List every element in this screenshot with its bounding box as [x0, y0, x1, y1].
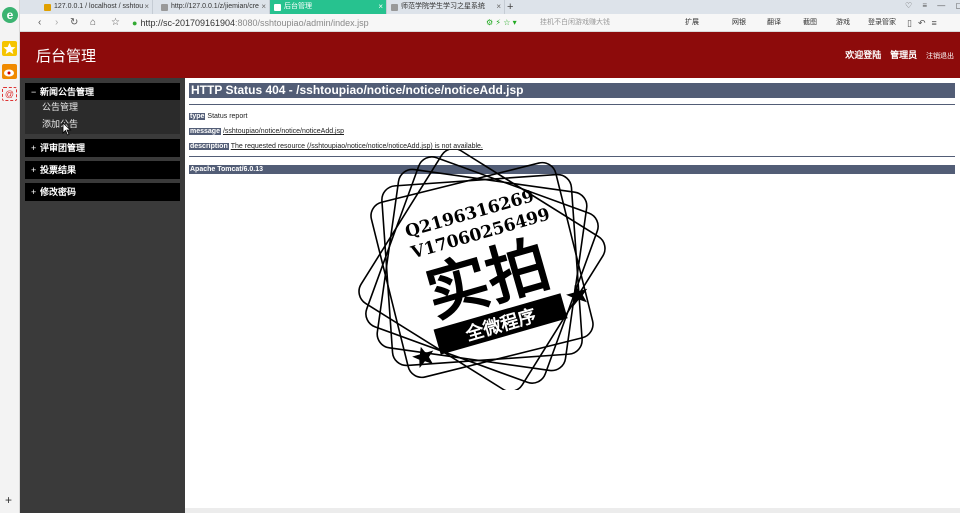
- header-user-area: 欢迎登陆 管理员 注销退出: [839, 48, 954, 61]
- weibo-icon[interactable]: [2, 64, 17, 79]
- close-icon[interactable]: ×: [261, 0, 266, 14]
- menu-group-change-password[interactable]: + 修改密码: [25, 183, 180, 201]
- error-title: HTTP Status 404 - /sshtoupiao/notice/not…: [189, 83, 955, 98]
- error-message-row: message/sshtoupiao/notice/notice/noticeA…: [189, 128, 344, 135]
- back-icon[interactable]: ‹: [38, 16, 41, 30]
- address-bar[interactable]: ● http://sc-201709161904:8080/sshtoupiao/…: [132, 16, 532, 30]
- tab-localhost[interactable]: 127.0.0.1 / localhost / sshtou ×: [40, 0, 153, 14]
- watermark-stamp: Q2196316269 V17060256499 实拍 全微程序: [358, 150, 606, 390]
- error-type-row: type Status report: [189, 113, 248, 120]
- netbank-menu[interactable]: 网银: [732, 16, 746, 30]
- expand-icon: +: [31, 165, 37, 175]
- home-icon[interactable]: ⌂: [90, 16, 96, 30]
- add-sidebar-icon[interactable]: +: [5, 494, 12, 506]
- warning-icon: [44, 4, 51, 11]
- mouse-cursor-icon: [62, 122, 72, 136]
- browser-logo-icon: e: [2, 7, 18, 23]
- tab-bar: 127.0.0.1 / localhost / sshtou × http://…: [20, 0, 960, 14]
- page-icon: [161, 4, 168, 11]
- reload-icon[interactable]: ↻: [70, 16, 78, 30]
- security-icon[interactable]: ⚙ ⚡ ☆ ▾: [486, 16, 517, 30]
- welcome-text: 欢迎登陆: [845, 51, 882, 61]
- tab-admin[interactable]: 后台管理 ×: [270, 0, 387, 14]
- close-icon[interactable]: ×: [378, 0, 383, 14]
- extension-menu[interactable]: 扩展: [685, 16, 699, 30]
- favorites-star-icon[interactable]: [2, 41, 17, 56]
- screenshot-menu[interactable]: 截图: [803, 16, 817, 30]
- games-menu[interactable]: 游戏: [836, 16, 850, 30]
- username: 管理员: [890, 51, 918, 61]
- forward-icon[interactable]: ›: [55, 16, 58, 30]
- toolbar-extra-icons[interactable]: ▯↶≡: [907, 16, 943, 30]
- menu-group-vote-results[interactable]: + 投票结果: [25, 161, 180, 179]
- page-icon: [391, 4, 398, 11]
- login-manager-menu[interactable]: 登录管家: [868, 16, 896, 30]
- expand-icon: +: [31, 143, 37, 153]
- divider: [189, 104, 955, 105]
- close-icon[interactable]: ×: [496, 0, 501, 14]
- shield-icon: ●: [132, 18, 138, 28]
- close-icon[interactable]: ×: [144, 0, 149, 14]
- admin-header: 后台管理 欢迎登陆 管理员 注销退出: [20, 32, 960, 78]
- new-tab-button[interactable]: +: [507, 0, 513, 14]
- menu-item-notice-manage[interactable]: 公告管理: [25, 100, 180, 117]
- browser-status-bar: [185, 508, 960, 513]
- tab-jiemian[interactable]: http://127.0.0.1/z/jiemian/cre ×: [157, 0, 270, 14]
- menu-group-jury[interactable]: + 评审团管理: [25, 139, 180, 157]
- browser-side-rail: e @ +: [0, 0, 20, 513]
- expand-icon: +: [31, 187, 37, 197]
- browser-toolbar: ‹ › ↻ ⌂ ☆ ● http://sc-201709161904:8080/s…: [20, 14, 960, 32]
- logout-link[interactable]: 注销退出: [926, 52, 954, 60]
- menu-group-news[interactable]: − 新闻公告管理: [25, 83, 180, 101]
- admin-sidebar: − 新闻公告管理 公告管理 添加公告 + 评审团管理 + 投票结果 + 修改密码: [20, 78, 185, 513]
- window-controls[interactable]: ♡ ≡ — ▢ ✕: [905, 1, 960, 10]
- collapse-icon: −: [31, 87, 37, 97]
- svg-text:e: e: [7, 8, 14, 22]
- tab-study-star[interactable]: 师范学院学生学习之星系统 ×: [387, 0, 505, 14]
- search-input[interactable]: 挂机不白闲游戏赚大钱: [540, 16, 680, 30]
- menu-item-add-notice[interactable]: 添加公告: [25, 117, 180, 134]
- page-title: 后台管理: [36, 47, 97, 65]
- bookmark-star-icon[interactable]: ☆: [111, 16, 120, 30]
- page-icon: [274, 4, 281, 11]
- translate-menu[interactable]: 翻译: [767, 16, 781, 30]
- mail-icon[interactable]: @: [2, 87, 17, 101]
